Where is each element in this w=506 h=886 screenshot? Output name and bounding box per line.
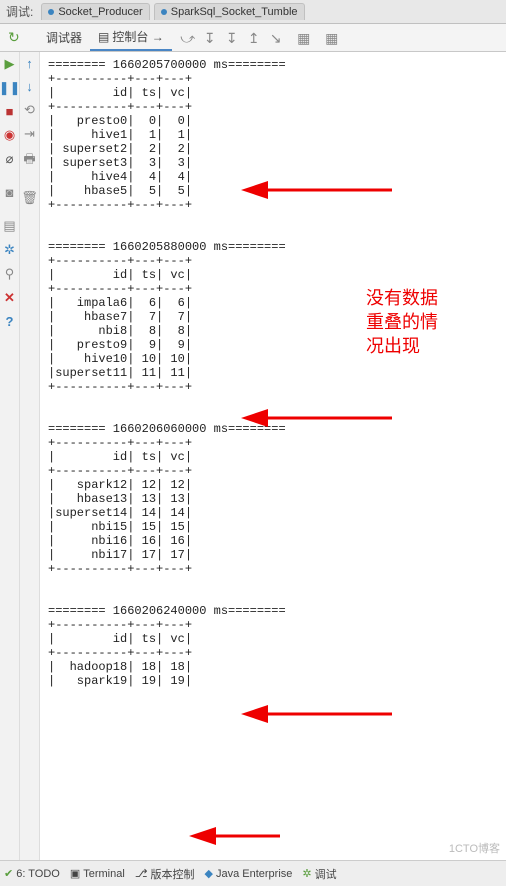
clear-icon[interactable]: 🗑: [21, 190, 38, 206]
file-tab-bar: 调试: Socket_Producer SparkSql_Socket_Tumb…: [0, 0, 506, 24]
console-icon: ▤: [98, 30, 109, 44]
tab-debugger[interactable]: 调试器: [38, 25, 90, 50]
dump-icon[interactable]: ◙: [6, 185, 14, 200]
settings-icon[interactable]: ✲: [4, 242, 15, 258]
file-tab-label: SparkSql_Socket_Tumble: [171, 6, 298, 18]
debug-label: 调试:: [0, 3, 39, 20]
terminal-icon: ▣: [70, 867, 80, 880]
status-vcs[interactable]: ⎇版本控制: [135, 866, 195, 882]
annotation-text: 没有数据 重叠的情 况出现: [366, 286, 476, 358]
watermark: 1CTO博客: [449, 840, 500, 856]
down-icon[interactable]: ↓: [26, 79, 33, 94]
arrow-4: [200, 826, 280, 849]
view-breakpoints-icon[interactable]: ◉: [4, 127, 15, 143]
print-icon[interactable]: 🖶: [23, 150, 35, 172]
arrow-1: [252, 180, 392, 203]
file-tab-label: Socket_Producer: [58, 6, 142, 18]
console-output[interactable]: ======== 1660205700000 ms======== +-----…: [40, 52, 506, 860]
soft-wrap-icon[interactable]: ⟲: [24, 102, 35, 118]
help-icon[interactable]: ?: [6, 314, 14, 329]
run-to-cursor-icon[interactable]: ↘: [268, 30, 284, 46]
up-icon[interactable]: ↑: [26, 56, 33, 71]
left-gutter-2: ↑ ↓ ⟲ ⇥ 🖶 🗑: [20, 52, 40, 860]
pin-icon[interactable]: ⚲: [5, 266, 15, 282]
layout-icon[interactable]: ▤: [3, 218, 15, 234]
bug-icon: ✲: [302, 867, 311, 880]
pause-icon[interactable]: ❚❚: [0, 80, 20, 96]
file-tab-socket-producer[interactable]: Socket_Producer: [41, 3, 149, 20]
force-step-icon[interactable]: ↧: [224, 30, 240, 46]
scroll-end-icon[interactable]: ⇥: [24, 126, 35, 142]
tool-tab-bar: ↻ 调试器 ▤控制台 → ⤻ ↧ ↧ ↥ ↘ ▦ ▦: [0, 24, 506, 52]
stop-icon[interactable]: ■: [6, 104, 14, 119]
status-debug[interactable]: ✲调试: [302, 866, 336, 882]
more-icon[interactable]: ▦: [324, 30, 340, 46]
check-icon: ✔: [4, 867, 13, 880]
jee-icon: ◆: [205, 867, 213, 880]
step-into-icon[interactable]: ↧: [202, 30, 218, 46]
status-bar: ✔6: TODO ▣Terminal ⎇版本控制 ◆Java Enterpris…: [0, 860, 506, 886]
mute-breakpoints-icon[interactable]: ⌀: [6, 151, 14, 167]
left-gutter-1: ▶ ❚❚ ■ ◉ ⌀ ◙ ▤ ✲ ⚲ ✕ ?: [0, 52, 20, 860]
step-over-icon[interactable]: ⤻: [180, 30, 196, 46]
file-icon: [161, 9, 167, 15]
file-icon: [48, 9, 54, 15]
arrow-3: [252, 704, 392, 727]
vcs-icon: ⎇: [135, 867, 148, 880]
tab-console[interactable]: ▤控制台 →: [90, 24, 172, 51]
status-todo[interactable]: ✔6: TODO: [4, 867, 60, 880]
resume-icon[interactable]: ▶: [5, 56, 15, 72]
evaluate-icon[interactable]: ▦: [296, 30, 312, 46]
rerun-icon[interactable]: ↻: [8, 29, 20, 46]
file-tab-sparksql[interactable]: SparkSql_Socket_Tumble: [154, 3, 305, 20]
toolbar-icons: ⤻ ↧ ↧ ↥ ↘ ▦ ▦: [180, 30, 340, 46]
arrow-2: [252, 408, 392, 431]
status-terminal[interactable]: ▣Terminal: [70, 867, 125, 880]
status-jee[interactable]: ◆Java Enterprise: [205, 867, 293, 880]
step-out-icon[interactable]: ↥: [246, 30, 262, 46]
close-icon[interactable]: ✕: [4, 290, 15, 306]
